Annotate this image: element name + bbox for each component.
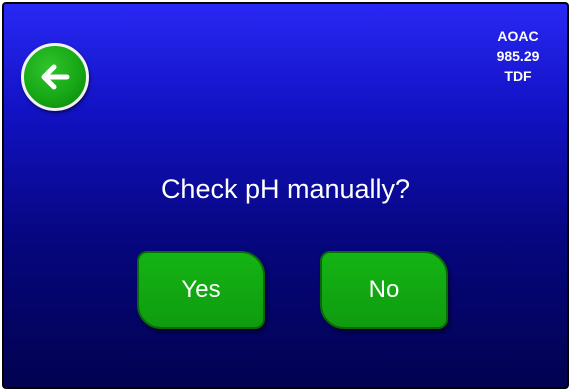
method-label: AOAC 985.29 TDF [483,26,553,86]
screen: AOAC 985.29 TDF Check pH manually? Yes N… [2,2,569,389]
yes-button[interactable]: Yes [137,251,265,329]
method-label-line3: TDF [504,68,532,84]
method-label-line2: 985.29 [496,48,540,64]
arrow-left-icon [41,64,70,90]
no-button[interactable]: No [320,251,448,329]
method-label-line1: AOAC [497,28,539,44]
prompt-text: Check pH manually? [160,174,411,204]
back-button[interactable] [21,43,89,111]
